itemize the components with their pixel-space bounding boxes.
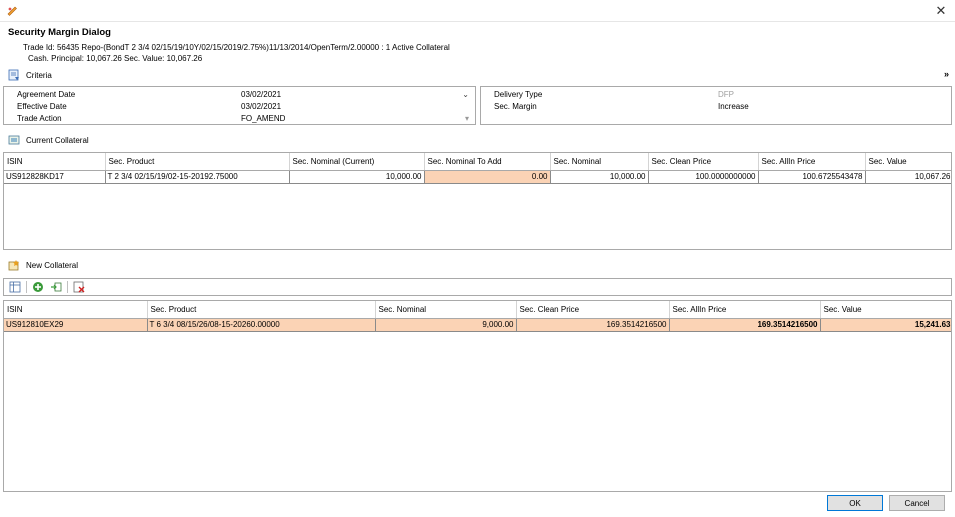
agreement-date-value[interactable]: 03/02/2021	[241, 90, 281, 99]
col-sec-clean-price[interactable]: Sec. Clean Price	[648, 153, 759, 171]
new-collateral-toolbar	[3, 278, 952, 296]
effective-date-label: Effective Date	[17, 101, 67, 111]
add-icon[interactable]	[31, 280, 45, 294]
agreement-date-row[interactable]: Agreement Date 03/02/2021 ⌄	[4, 88, 475, 100]
col-sec-clean-price[interactable]: Sec. Clean Price	[516, 301, 670, 319]
new-collateral-table: ISIN Sec. Product Sec. Nominal Sec. Clea…	[3, 300, 952, 492]
effective-date-row[interactable]: Effective Date 03/02/2021	[4, 100, 475, 112]
col-sec-allin-price[interactable]: Sec. AllIn Price	[758, 153, 866, 171]
criteria-label: Criteria	[26, 70, 52, 80]
trade-info: Trade Id: 56435 Repo-(BondT 2 3/4 02/15/…	[23, 43, 450, 52]
effective-date-value[interactable]: 03/02/2021	[241, 102, 281, 111]
cell-sec-value[interactable]: 10,067.26	[865, 170, 951, 184]
new-collateral-header: New Collateral	[8, 258, 78, 272]
col-sec-value[interactable]: Sec. Value	[820, 301, 951, 319]
cell-sec-nominal[interactable]: 9,000.00	[375, 318, 517, 332]
current-collateral-table: ISIN Sec. Product Sec. Nominal (Current)…	[3, 152, 952, 250]
cell-sec-allin-price[interactable]: 100.6725543478	[758, 170, 866, 184]
col-sec-product[interactable]: Sec. Product	[147, 301, 376, 319]
criteria-left-panel: Agreement Date 03/02/2021 ⌄ Effective Da…	[3, 86, 476, 125]
col-sec-nominal-to-add[interactable]: Sec. Nominal To Add	[424, 153, 551, 171]
import-icon[interactable]	[49, 280, 63, 294]
col-sec-product[interactable]: Sec. Product	[105, 153, 290, 171]
criteria-icon	[8, 69, 19, 81]
cell-sec-allin-price[interactable]: 169.3514216500	[669, 318, 821, 332]
current-collateral-header-row: ISIN Sec. Product Sec. Nominal (Current)…	[4, 153, 951, 171]
agreement-date-dropdown-icon[interactable]: ⌄	[462, 90, 469, 99]
col-sec-allin-price[interactable]: Sec. AllIn Price	[669, 301, 821, 319]
trade-action-row[interactable]: Trade Action FO_AMEND ▾	[4, 112, 475, 124]
dialog-title: Security Margin Dialog	[8, 27, 111, 38]
cash-info: Cash. Principal: 10,067.26 Sec. Value: 1…	[28, 54, 203, 63]
trade-action-value[interactable]: FO_AMEND	[241, 114, 285, 123]
delivery-type-row[interactable]: Delivery Type DFP	[481, 88, 951, 100]
agreement-date-label: Agreement Date	[17, 89, 76, 99]
cell-sec-nominal[interactable]: 10,000.00	[550, 170, 649, 184]
app-icon	[7, 6, 17, 16]
collateral-icon	[8, 135, 20, 145]
cell-isin[interactable]: US912828KD17	[4, 170, 106, 184]
title-bar: ✕	[0, 0, 955, 22]
new-collateral-icon	[8, 260, 19, 271]
new-collateral-label: New Collateral	[26, 260, 79, 270]
cell-sec-product[interactable]: T 2 3/4 02/15/19/02-15-20192.75000	[105, 170, 290, 184]
delivery-type-label: Delivery Type	[494, 89, 543, 99]
cell-sec-clean-price[interactable]: 169.3514216500	[516, 318, 670, 332]
current-collateral-label: Current Collateral	[26, 135, 89, 145]
toolbar-divider	[67, 281, 68, 293]
cell-sec-nominal-to-add[interactable]: 0.00	[424, 170, 551, 184]
sec-margin-label: Sec. Margin	[494, 101, 537, 111]
new-collateral-header-row: ISIN Sec. Product Sec. Nominal Sec. Clea…	[4, 301, 951, 319]
criteria-right-panel: Delivery Type DFP Sec. Margin Increase	[480, 86, 952, 125]
col-sec-value[interactable]: Sec. Value	[865, 153, 951, 171]
cancel-button[interactable]: Cancel	[889, 495, 945, 511]
col-sec-nominal[interactable]: Sec. Nominal	[375, 301, 517, 319]
delivery-type-value[interactable]: DFP	[718, 90, 734, 99]
toolbar-divider	[26, 281, 27, 293]
sec-margin-value[interactable]: Increase	[718, 102, 749, 111]
current-collateral-header: Current Collateral	[8, 133, 89, 147]
cell-sec-value[interactable]: 15,241.63	[820, 318, 951, 332]
criteria-header[interactable]: Criteria	[8, 68, 52, 82]
cell-sec-clean-price[interactable]: 100.0000000000	[648, 170, 759, 184]
trade-action-dropdown-icon[interactable]: ▾	[465, 114, 469, 123]
col-sec-nominal-current[interactable]: Sec. Nominal (Current)	[289, 153, 425, 171]
cell-sec-product[interactable]: T 6 3/4 08/15/26/08-15-20260.00000	[147, 318, 376, 332]
col-isin[interactable]: ISIN	[4, 153, 106, 171]
columns-icon[interactable]	[8, 280, 22, 294]
delete-icon[interactable]	[72, 280, 86, 294]
col-isin[interactable]: ISIN	[4, 301, 148, 319]
col-sec-nominal[interactable]: Sec. Nominal	[550, 153, 649, 171]
close-icon[interactable]: ✕	[933, 3, 949, 19]
cell-isin[interactable]: US912810EX29	[4, 318, 148, 332]
table-row[interactable]: US912810EX29 T 6 3/4 08/15/26/08-15-2026…	[4, 318, 951, 332]
cell-sec-nominal-current[interactable]: 10,000.00	[289, 170, 425, 184]
sec-margin-row[interactable]: Sec. Margin Increase	[481, 100, 951, 112]
collapse-icon[interactable]: »	[944, 69, 949, 79]
table-row[interactable]: US912828KD17 T 2 3/4 02/15/19/02-15-2019…	[4, 170, 951, 184]
trade-action-label: Trade Action	[17, 113, 62, 123]
ok-button[interactable]: OK	[827, 495, 883, 511]
